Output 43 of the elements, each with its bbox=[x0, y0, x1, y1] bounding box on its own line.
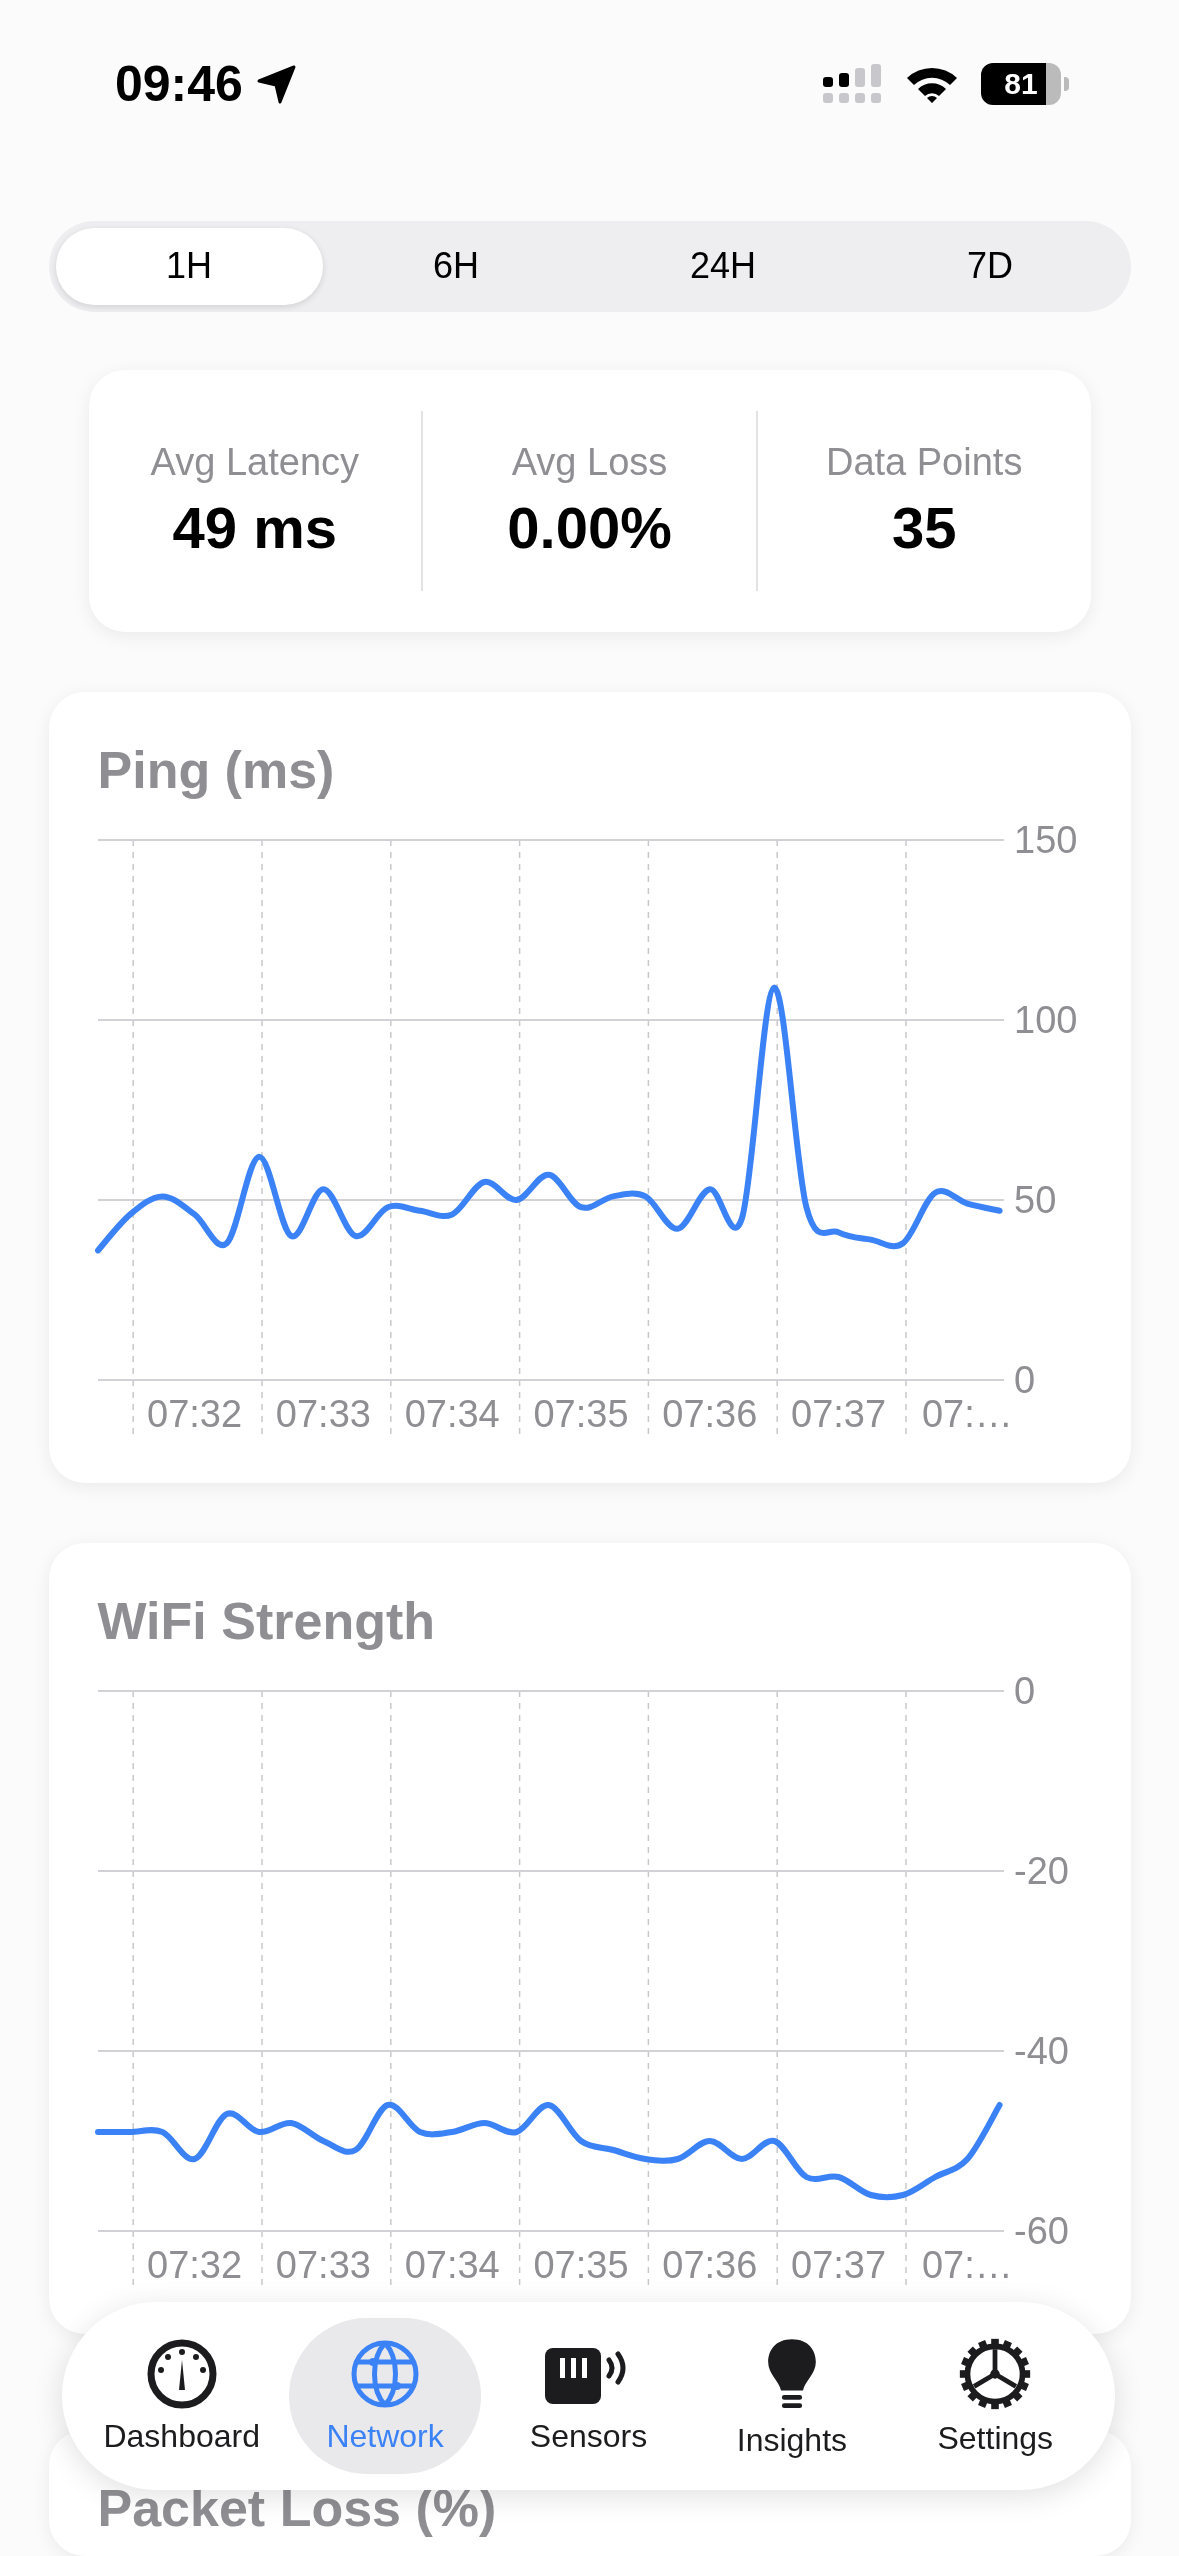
axis-label: 07:35 bbox=[532, 1393, 629, 1435]
stat-value: 49 ms bbox=[172, 494, 338, 562]
axis-label: -60 bbox=[1013, 2210, 1069, 2252]
axis-label: 0 bbox=[1013, 1670, 1035, 1712]
axis-label: 07:36 bbox=[661, 1393, 757, 1435]
signal-icon bbox=[823, 64, 883, 104]
axis-label: 07:37 bbox=[790, 2244, 886, 2286]
chart-title: Ping (ms) bbox=[97, 740, 335, 800]
axis-label: 07:34 bbox=[404, 2244, 500, 2286]
tab-bar-item[interactable]: Sensors bbox=[492, 2318, 685, 2474]
location-arrow-icon bbox=[256, 64, 297, 104]
axis-label: 50 bbox=[1013, 1179, 1056, 1221]
tab-bar-item[interactable]: Settings bbox=[899, 2318, 1091, 2474]
status-time: 09:46 bbox=[115, 55, 243, 113]
axis-label: 07:… bbox=[921, 1393, 1013, 1435]
stat-label: Avg Loss bbox=[511, 441, 668, 485]
axis-label: 07:32 bbox=[146, 2244, 242, 2286]
axis-label: 07:34 bbox=[404, 1393, 500, 1435]
stat-label: Data Points bbox=[825, 441, 1023, 485]
range-tab[interactable]: 7D bbox=[856, 227, 1124, 306]
axis-label: 07:32 bbox=[146, 1393, 242, 1435]
axis-label: 150 bbox=[1013, 819, 1077, 861]
axis-label: 07:36 bbox=[661, 2244, 757, 2286]
axis-label: 07:33 bbox=[275, 2244, 371, 2286]
range-tab[interactable]: 24H bbox=[589, 227, 857, 306]
gauge-icon bbox=[145, 2337, 218, 2410]
chart-title: Packet Loss (%) bbox=[97, 2478, 497, 2538]
axis-label: 07:37 bbox=[790, 1393, 886, 1435]
stat-label: Avg Latency bbox=[150, 441, 360, 485]
axis-label: 07:… bbox=[921, 2244, 1013, 2286]
stat-value: 35 bbox=[891, 494, 957, 562]
axis-label: -20 bbox=[1013, 1850, 1069, 1892]
axis-label: 100 bbox=[1013, 999, 1077, 1041]
tab-bar-item[interactable]: Insights bbox=[696, 2318, 888, 2474]
range-tab[interactable]: 1H bbox=[55, 227, 323, 306]
stat-value: 0.00% bbox=[507, 494, 672, 562]
axis-label: 07:35 bbox=[532, 2244, 629, 2286]
chart-title: WiFi Strength bbox=[97, 1591, 435, 1651]
axis-label: 07:33 bbox=[275, 1393, 371, 1435]
axis-label: -40 bbox=[1013, 2030, 1069, 2072]
range-tab[interactable]: 6H bbox=[322, 227, 590, 306]
tab-bar-item[interactable]: Dashboard bbox=[86, 2318, 278, 2474]
axis-label: 0 bbox=[1013, 1359, 1035, 1401]
